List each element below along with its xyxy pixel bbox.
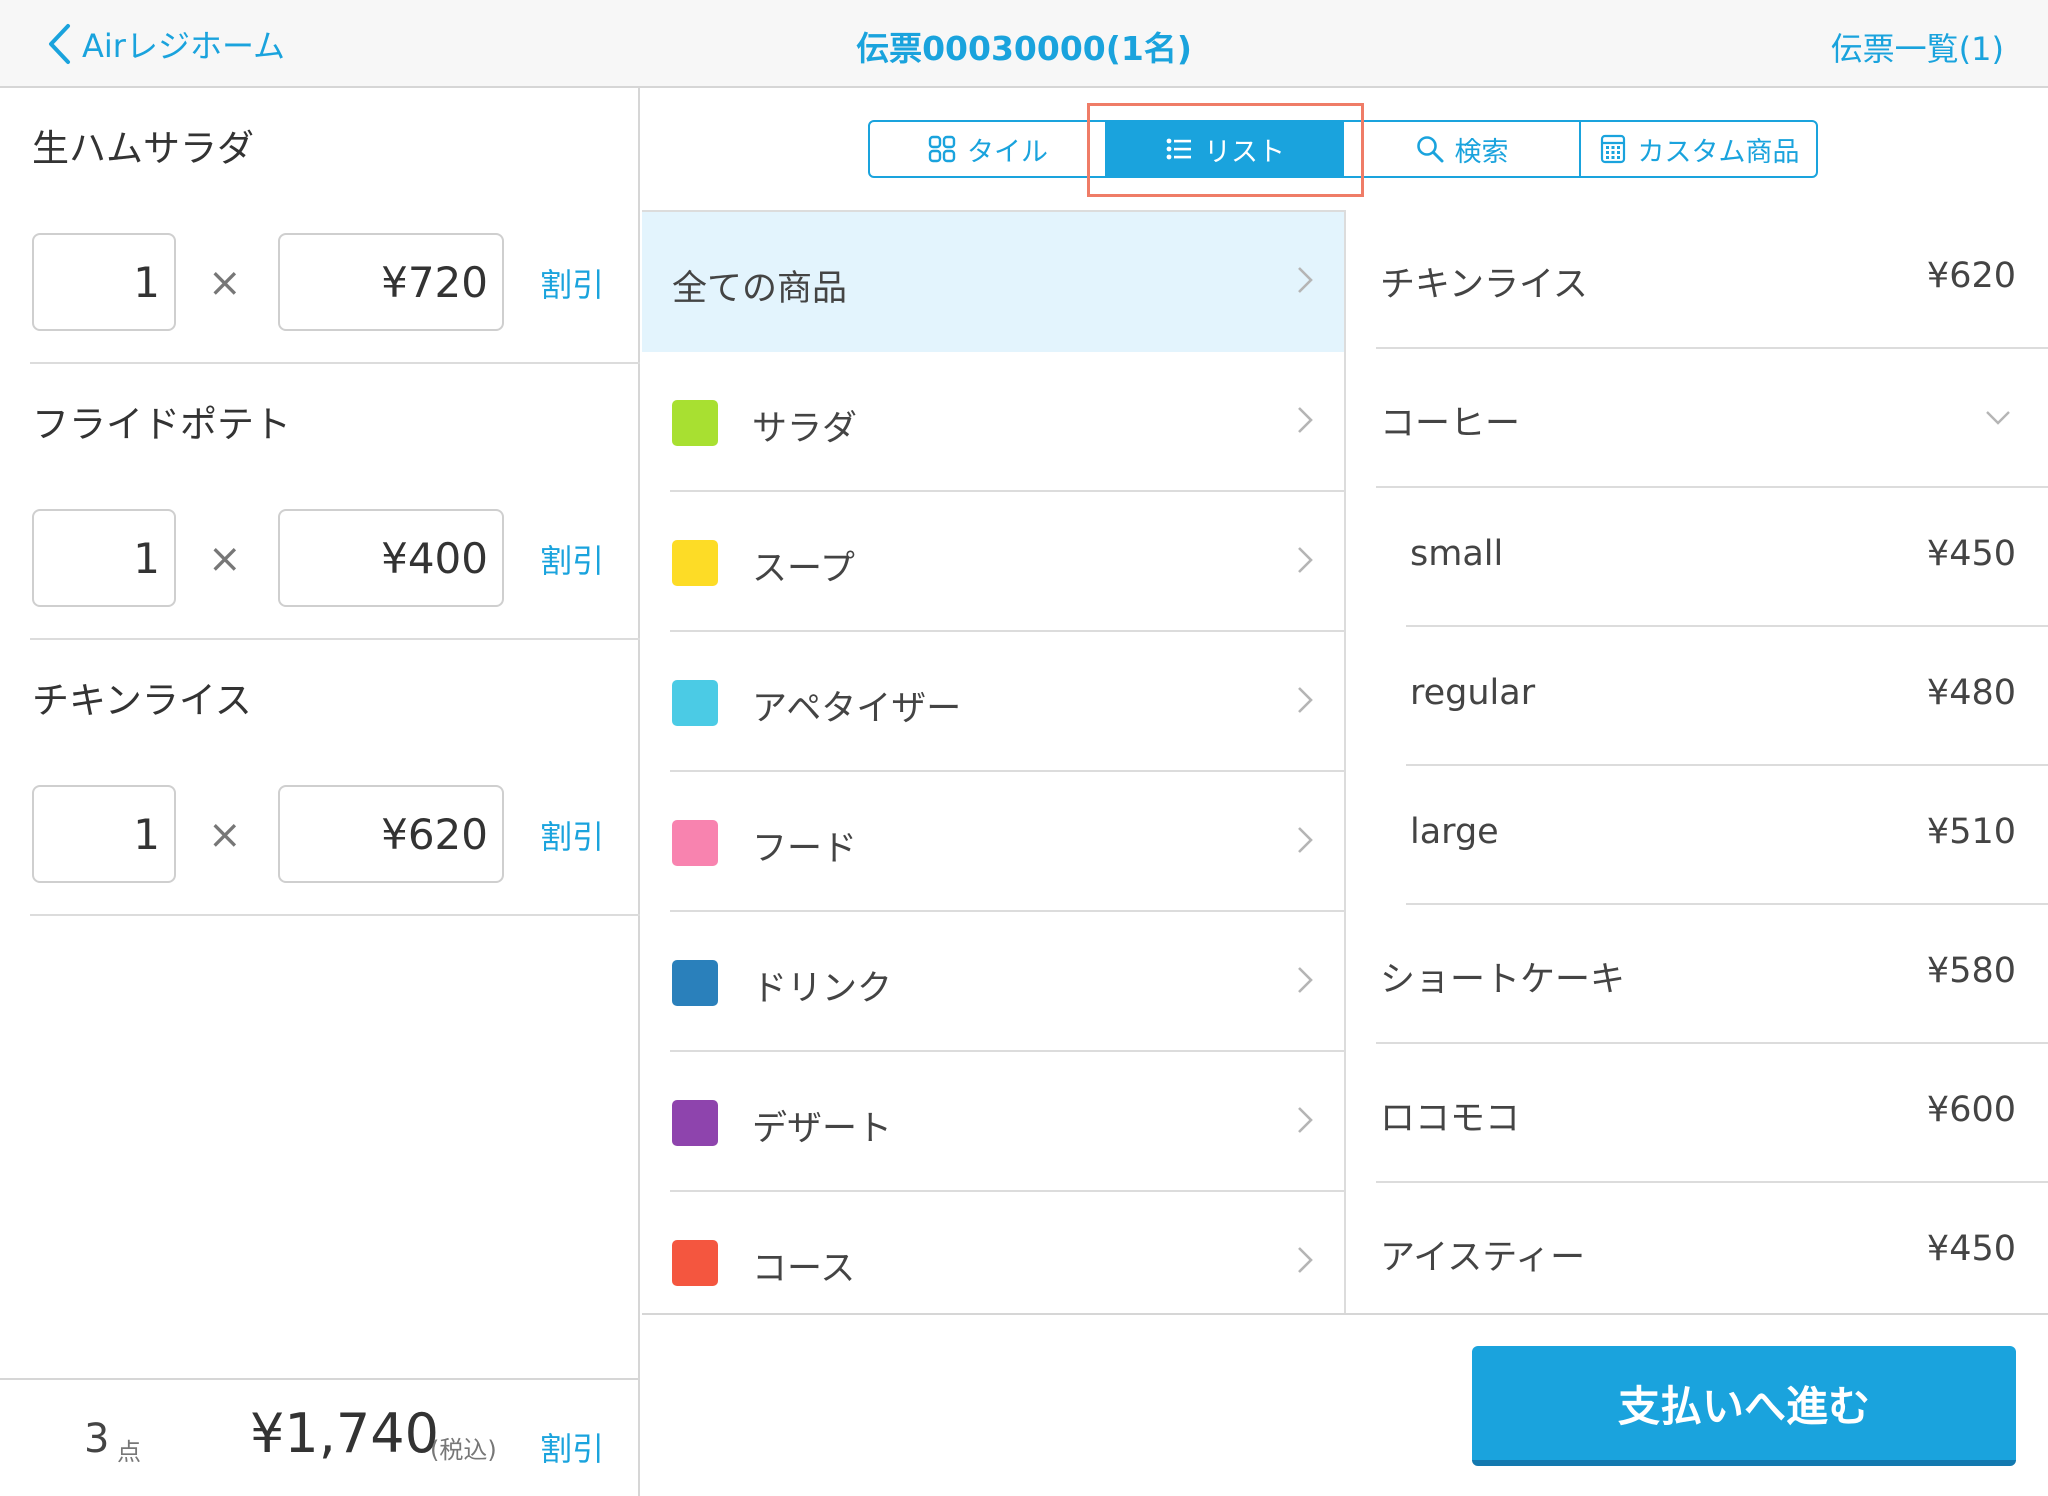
discount-button[interactable]: 割引 bbox=[540, 812, 604, 858]
total-amount: ¥1,740 bbox=[250, 1402, 439, 1465]
tab-tile[interactable]: タイル bbox=[870, 122, 1107, 176]
chevron-right-icon bbox=[1298, 687, 1313, 713]
item-count-unit: 点 bbox=[117, 1438, 141, 1466]
times-sign: × bbox=[208, 536, 242, 582]
chevron-right-icon bbox=[1298, 547, 1313, 573]
product-name: small bbox=[1410, 534, 1504, 574]
discount-button[interactable]: 割引 bbox=[540, 260, 604, 306]
color-swatch bbox=[672, 400, 718, 446]
cart-item: 生ハムサラダ 1 × ¥720 割引 bbox=[0, 88, 640, 364]
category-item-course[interactable]: コース bbox=[642, 1192, 1344, 1315]
color-swatch bbox=[672, 540, 718, 586]
product-name: ショートケーキ bbox=[1380, 960, 1626, 1000]
grid-icon bbox=[928, 135, 956, 163]
divider bbox=[30, 914, 640, 916]
product-price: ¥600 bbox=[1926, 1090, 2016, 1130]
category-label: フード bbox=[752, 829, 858, 869]
top-bar: Airレジホーム 伝票00030000(1名) 伝票一覧(1) bbox=[0, 0, 2048, 88]
category-label: コース bbox=[752, 1249, 856, 1289]
tab-search[interactable]: 検索 bbox=[1344, 122, 1581, 176]
total-discount-button[interactable]: 割引 bbox=[540, 1424, 604, 1470]
cart-item-name: チキンライス bbox=[32, 679, 252, 722]
cart-item: フライドポテト 1 × ¥400 割引 bbox=[0, 364, 640, 640]
search-icon bbox=[1416, 136, 1443, 163]
category-item-dessert[interactable]: デザート bbox=[642, 1052, 1344, 1192]
product-name: regular bbox=[1410, 673, 1536, 713]
product-price: ¥580 bbox=[1926, 951, 2016, 991]
color-swatch bbox=[672, 1100, 718, 1146]
category-label: アペタイザー bbox=[752, 689, 962, 729]
cart-panel: 生ハムサラダ 1 × ¥720 割引 フライドポテト 1 × ¥400 割引 チ… bbox=[0, 88, 640, 1496]
color-swatch bbox=[672, 820, 718, 866]
times-sign: × bbox=[208, 260, 242, 306]
product-item[interactable]: チキンライス ¥620 bbox=[1346, 210, 2048, 349]
category-list: 全ての商品 サラダ スープ アペタイザー フード ドリンク デザート コース bbox=[642, 210, 1344, 1313]
product-list: チキンライス ¥620 コーヒー small ¥450 regular ¥480… bbox=[1346, 210, 2048, 1313]
chevron-right-icon bbox=[1298, 827, 1313, 853]
times-sign: × bbox=[208, 812, 242, 858]
product-price: ¥620 bbox=[1926, 256, 2016, 296]
product-name: アイスティー bbox=[1380, 1238, 1586, 1278]
product-item-expandable[interactable]: コーヒー bbox=[1346, 349, 2048, 488]
category-label: 全ての商品 bbox=[672, 269, 848, 309]
category-item-salad[interactable]: サラダ bbox=[642, 352, 1344, 492]
quantity-field[interactable]: 1 bbox=[32, 509, 176, 607]
cart-item-name: フライドポテト bbox=[32, 403, 291, 446]
product-price: ¥510 bbox=[1926, 812, 2016, 852]
tab-tile-label: タイル bbox=[967, 136, 1048, 168]
category-label: サラダ bbox=[752, 409, 858, 449]
calculator-icon bbox=[1600, 134, 1625, 164]
slip-title: 伝票00030000(1名) bbox=[856, 29, 1192, 68]
chevron-right-icon bbox=[1298, 407, 1313, 433]
tax-note: (税込) bbox=[430, 1436, 497, 1464]
cart-item-name: 生ハムサラダ bbox=[32, 127, 254, 170]
price-field[interactable]: ¥620 bbox=[278, 785, 504, 883]
category-item-food[interactable]: フード bbox=[642, 772, 1344, 912]
price-field[interactable]: ¥400 bbox=[278, 509, 504, 607]
product-price: ¥450 bbox=[1926, 1229, 2016, 1269]
category-item-all[interactable]: 全ての商品 bbox=[642, 212, 1344, 352]
item-count: 3 bbox=[84, 1416, 110, 1462]
category-label: ドリンク bbox=[752, 969, 893, 1009]
discount-button[interactable]: 割引 bbox=[540, 536, 604, 582]
product-item[interactable]: ショートケーキ ¥580 bbox=[1346, 905, 2048, 1044]
quantity-field[interactable]: 1 bbox=[32, 233, 176, 331]
slip-list-button[interactable]: 伝票一覧(1) bbox=[1831, 24, 2004, 70]
proceed-to-payment-button[interactable]: 支払いへ進む bbox=[1472, 1346, 2016, 1466]
category-item-soup[interactable]: スープ bbox=[642, 492, 1344, 632]
chevron-right-icon bbox=[1298, 967, 1313, 993]
annotation-highlight-box bbox=[1087, 103, 1364, 197]
quantity-field[interactable]: 1 bbox=[32, 785, 176, 883]
category-label: スープ bbox=[752, 549, 855, 589]
category-item-appetizer[interactable]: アペタイザー bbox=[642, 632, 1344, 772]
product-name: ロコモコ bbox=[1380, 1099, 1521, 1139]
tab-custom-item[interactable]: カスタム商品 bbox=[1581, 122, 1816, 176]
product-price: ¥450 bbox=[1926, 534, 2016, 574]
product-variant-item[interactable]: small ¥450 bbox=[1346, 488, 2048, 627]
color-swatch bbox=[672, 960, 718, 1006]
chevron-right-icon bbox=[1298, 1247, 1313, 1273]
chevron-right-icon bbox=[1298, 267, 1313, 293]
divider bbox=[642, 1313, 2048, 1315]
product-name: コーヒー bbox=[1380, 404, 1521, 444]
product-name: チキンライス bbox=[1380, 265, 1588, 305]
product-variant-item[interactable]: regular ¥480 bbox=[1346, 627, 2048, 766]
product-name: large bbox=[1410, 812, 1499, 852]
tab-search-label: 検索 bbox=[1454, 136, 1509, 168]
product-price: ¥480 bbox=[1926, 673, 2016, 713]
cart-item: チキンライス 1 × ¥620 割引 bbox=[0, 640, 640, 916]
product-item[interactable]: アイスティー ¥450 bbox=[1346, 1183, 2048, 1313]
chevron-down-icon bbox=[1986, 411, 2010, 425]
color-swatch bbox=[672, 680, 718, 726]
cart-footer: 3 点 ¥1,740 (税込) 割引 bbox=[0, 1378, 640, 1496]
tab-custom-item-label: カスタム商品 bbox=[1637, 136, 1800, 168]
chevron-right-icon bbox=[1298, 1107, 1313, 1133]
product-item[interactable]: ロコモコ ¥600 bbox=[1346, 1044, 2048, 1183]
color-swatch bbox=[672, 1240, 718, 1286]
category-item-drink[interactable]: ドリンク bbox=[642, 912, 1344, 1052]
product-variant-item[interactable]: large ¥510 bbox=[1346, 766, 2048, 905]
price-field[interactable]: ¥720 bbox=[278, 233, 504, 331]
category-label: デザート bbox=[752, 1109, 893, 1149]
